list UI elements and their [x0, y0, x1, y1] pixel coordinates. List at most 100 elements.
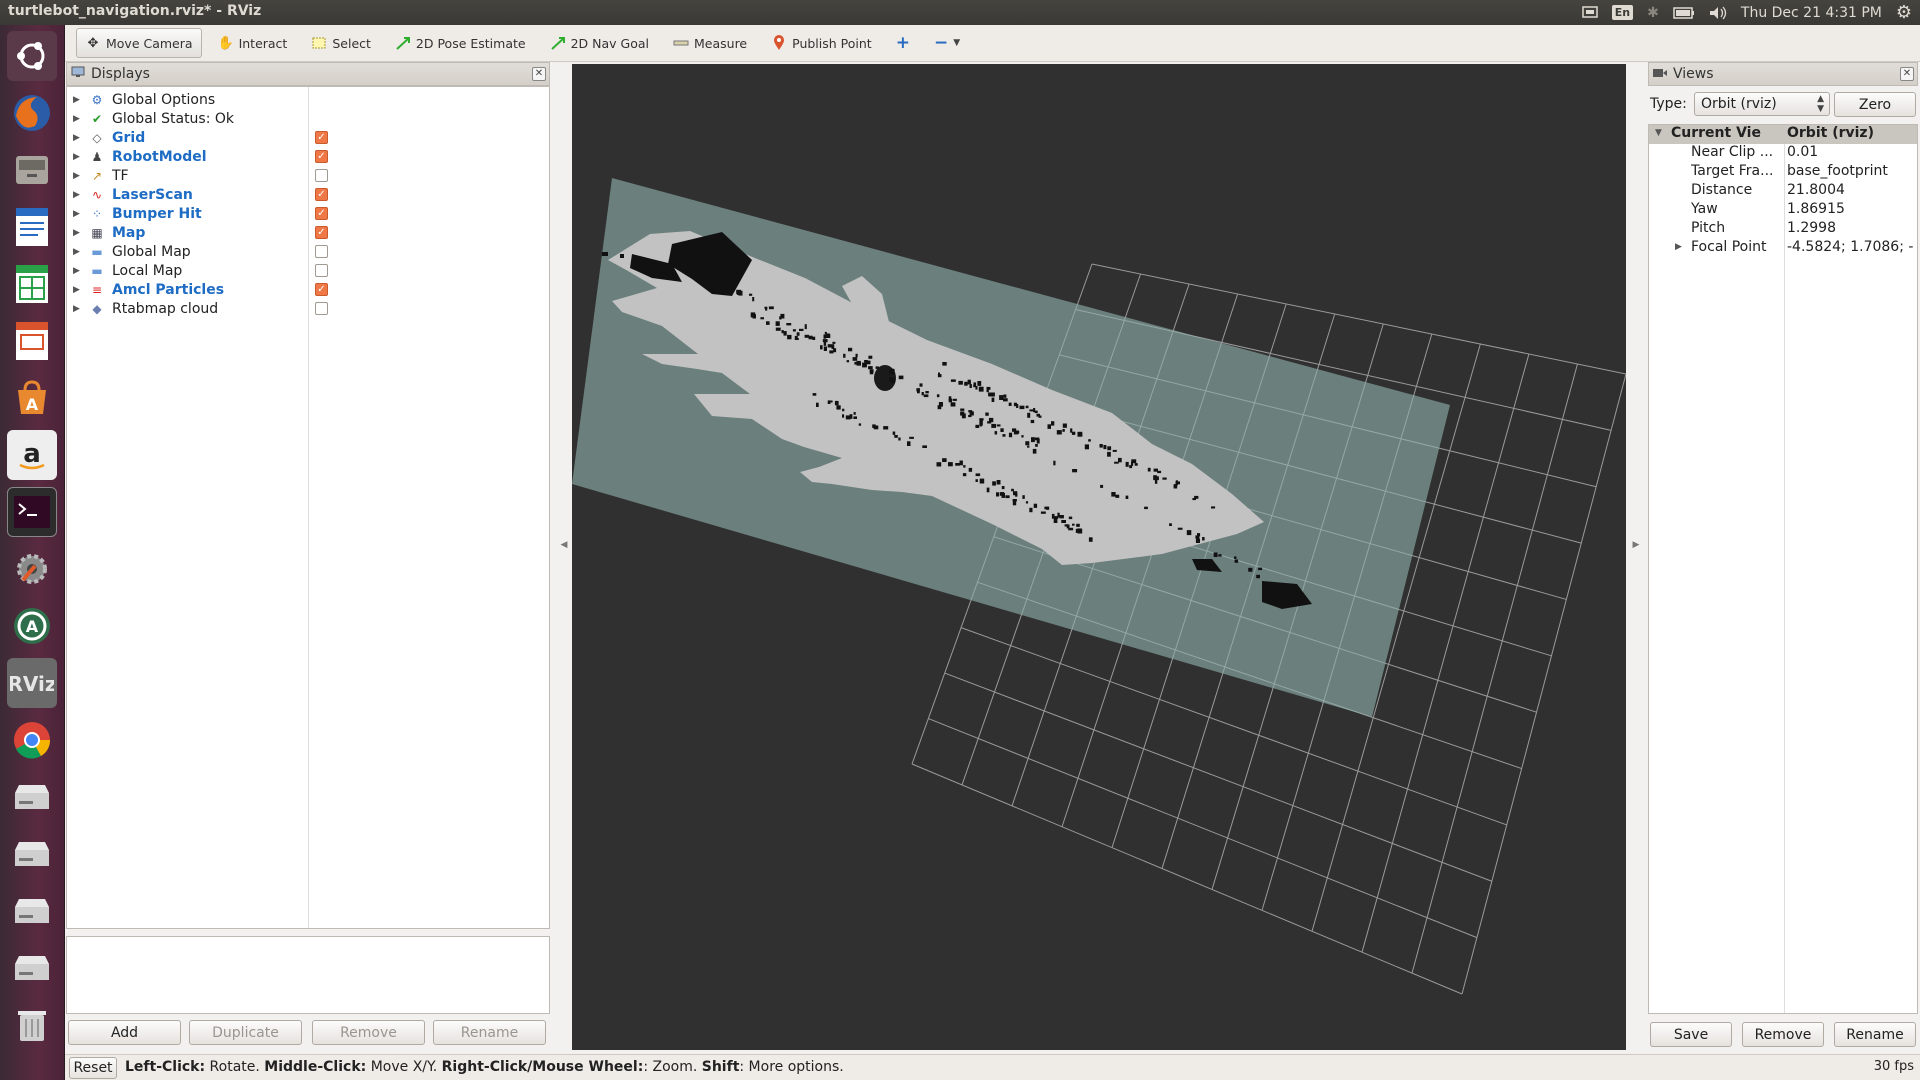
rename-view-button[interactable]: Rename [1834, 1022, 1916, 1047]
views-type-select[interactable]: Orbit (rviz) ▲ ▼ [1694, 92, 1830, 116]
expand-arrow-icon[interactable]: ▶ [73, 95, 81, 105]
expand-arrow-icon[interactable]: ▶ [73, 114, 81, 124]
display-enabled-checkbox[interactable]: ✓ [315, 188, 328, 201]
drive-icon[interactable] [7, 772, 57, 822]
tool-2d-nav-goal[interactable]: 2D Nav Goal [542, 28, 657, 58]
expand-arrow-icon[interactable]: ▶ [73, 304, 81, 314]
expand-arrow-icon[interactable]: ▶ [73, 209, 81, 219]
remove-tool-button[interactable]: − ▼ [926, 28, 968, 58]
bluetooth-icon[interactable]: ✱ [1647, 4, 1659, 22]
remove-display-button[interactable]: Remove [312, 1020, 425, 1045]
collapse-arrow-icon[interactable]: ▼ [1655, 128, 1662, 138]
display-enabled-checkbox[interactable] [315, 264, 328, 277]
displays-title: Displays [91, 66, 150, 82]
display-enabled-checkbox[interactable] [315, 169, 328, 182]
display-enabled-checkbox[interactable] [315, 302, 328, 315]
rviz-icon[interactable]: RViz [7, 658, 57, 708]
display-item[interactable]: ▶ ∿ LaserScan ✓ [67, 185, 549, 204]
check-icon: ✔ [91, 111, 103, 126]
current-view-row[interactable]: ▼ Current View Orbit (rviz) [1649, 125, 1917, 144]
tool-measure[interactable]: Measure [665, 28, 755, 58]
keyboard-icon[interactable] [1582, 4, 1598, 22]
files-icon[interactable] [7, 145, 57, 195]
expand-arrow-icon[interactable]: ▶ [73, 133, 81, 143]
trash-icon[interactable] [7, 1000, 57, 1050]
view-property-row[interactable]: ▶ Focal Point -4.5824; 1.7086; -... [1649, 239, 1917, 258]
tool-publish-point[interactable]: Publish Point [763, 28, 880, 58]
display-item[interactable]: ▶ ◇ Grid ✓ [67, 128, 549, 147]
software-center-icon[interactable]: A [7, 373, 57, 423]
expand-arrow-icon[interactable]: ▶ [73, 285, 81, 295]
remove-view-button[interactable]: Remove [1742, 1022, 1824, 1047]
display-item[interactable]: ▶ ✔ Global Status: Ok [67, 109, 549, 128]
view-property-row[interactable]: Pitch 1.2998 [1649, 220, 1917, 239]
battery-icon[interactable] [1673, 4, 1695, 22]
system-settings-icon[interactable] [7, 544, 57, 594]
display-item[interactable]: ▶ ⚙ Global Options [67, 90, 549, 109]
calc-icon[interactable] [7, 259, 57, 309]
right-splitter-handle[interactable]: ▶ [1631, 540, 1641, 570]
impress-icon[interactable] [7, 316, 57, 366]
expand-arrow-icon[interactable]: ▶ [73, 171, 81, 181]
view-property-row[interactable]: Yaw 1.86915 [1649, 201, 1917, 220]
display-item[interactable]: ▶ ◆ Rtabmap cloud [67, 299, 549, 318]
drive-icon[interactable] [7, 829, 57, 879]
display-item[interactable]: ▶ ▦ Map ✓ [67, 223, 549, 242]
expand-arrow-icon[interactable]: ▶ [73, 247, 81, 257]
writer-icon[interactable] [7, 202, 57, 252]
display-item[interactable]: ▶ ↗ TF [67, 166, 549, 185]
software-updater-icon[interactable]: A [7, 601, 57, 651]
robot-icon: ♟ [91, 149, 103, 164]
firefox-icon[interactable] [7, 88, 57, 138]
expand-arrow-icon[interactable]: ▶ [1675, 242, 1682, 252]
display-item[interactable]: ▶ ⁘ Bumper Hit ✓ [67, 204, 549, 223]
ubuntu-dash-icon[interactable] [7, 31, 57, 81]
add-tool-button[interactable]: + [888, 28, 918, 58]
display-enabled-checkbox[interactable]: ✓ [315, 283, 328, 296]
view-property-row[interactable]: Target Fra... base_footprint [1649, 163, 1917, 182]
property-key: Pitch [1691, 220, 1726, 236]
close-icon[interactable]: ✕ [1900, 67, 1914, 81]
terminal-icon[interactable] [7, 487, 57, 537]
display-item[interactable]: ▶ ≡ Amcl Particles ✓ [67, 280, 549, 299]
amazon-icon[interactable]: a [7, 430, 57, 480]
zero-button[interactable]: Zero [1834, 92, 1916, 117]
close-icon[interactable]: ✕ [532, 67, 546, 81]
display-enabled-checkbox[interactable] [315, 245, 328, 258]
views-buttons: Save Remove Rename [1648, 1022, 1918, 1050]
svg-text:A: A [26, 617, 39, 636]
gear-icon[interactable]: ⚙ [1896, 2, 1912, 23]
drive-icon[interactable] [7, 886, 57, 936]
chrome-icon[interactable] [7, 715, 57, 765]
tool-select[interactable]: Select [303, 28, 379, 58]
expand-arrow-icon[interactable]: ▶ [73, 228, 81, 238]
expand-arrow-icon[interactable]: ▶ [73, 266, 81, 276]
tool-interact[interactable]: ✋ Interact [210, 28, 296, 58]
display-item[interactable]: ▶ ▬ Global Map [67, 242, 549, 261]
left-splitter-handle[interactable]: ◀ [559, 540, 569, 570]
expand-arrow-icon[interactable]: ▶ [73, 190, 81, 200]
rename-display-button[interactable]: Rename [433, 1020, 546, 1045]
clock[interactable]: Thu Dec 21 4:31 PM [1741, 4, 1882, 22]
tool-2d-pose-estimate[interactable]: 2D Pose Estimate [387, 28, 534, 58]
language-indicator[interactable]: En [1611, 4, 1634, 22]
display-enabled-checkbox[interactable]: ✓ [315, 226, 328, 239]
hint-key: Middle-Click: [264, 1059, 367, 1075]
drive-icon[interactable] [7, 943, 57, 993]
display-enabled-checkbox[interactable]: ✓ [315, 131, 328, 144]
view-property-row[interactable]: Distance 21.8004 [1649, 182, 1917, 201]
display-item[interactable]: ▶ ♟ RobotModel ✓ [67, 147, 549, 166]
render-view-3d[interactable] [572, 64, 1626, 1050]
reset-button[interactable]: Reset [69, 1057, 117, 1079]
expand-arrow-icon[interactable]: ▶ [73, 152, 81, 162]
display-item[interactable]: ▶ ▬ Local Map [67, 261, 549, 280]
display-enabled-checkbox[interactable]: ✓ [315, 150, 328, 163]
display-enabled-checkbox[interactable]: ✓ [315, 207, 328, 220]
tool-move-camera[interactable]: ✥ Move Camera [76, 28, 202, 58]
add-display-button[interactable]: Add [68, 1020, 181, 1045]
hint-key: Shift [701, 1059, 740, 1075]
duplicate-display-button[interactable]: Duplicate [189, 1020, 302, 1045]
save-view-button[interactable]: Save [1650, 1022, 1732, 1047]
view-property-row[interactable]: Near Clip ... 0.01 [1649, 144, 1917, 163]
volume-icon[interactable] [1709, 4, 1727, 22]
